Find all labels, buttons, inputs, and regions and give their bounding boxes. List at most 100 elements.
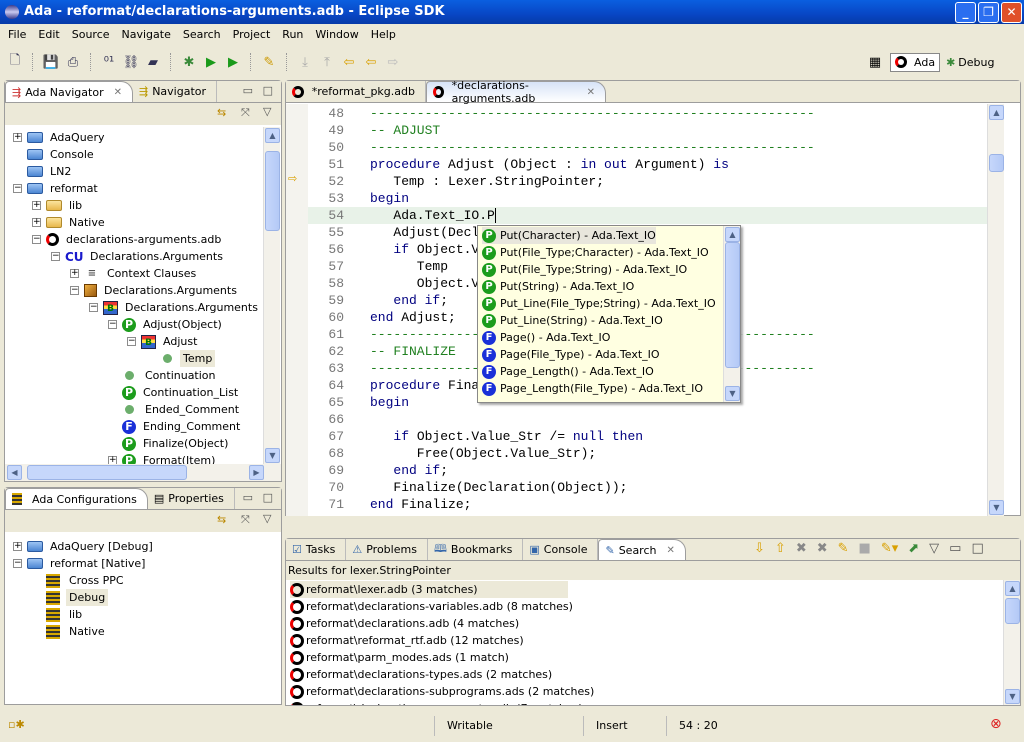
collapse-icon[interactable]: −	[127, 337, 136, 346]
menu-run[interactable]: Run	[276, 28, 309, 41]
assist-scrollbar[interactable]: ▲ ▼	[723, 226, 740, 402]
link-icon[interactable]: ⇆	[217, 513, 226, 526]
collapse-icon[interactable]: −	[51, 252, 60, 261]
pin-view-icon[interactable]: ⬈	[908, 541, 919, 556]
tree-item[interactable]: − B Declarations.Arguments	[89, 299, 261, 316]
maximize-view-icon[interactable]: □	[263, 84, 273, 97]
completion-proposal[interactable]: F Page_Length(File_Type) - Ada.Text_IO	[482, 380, 703, 397]
tree-item[interactable]: Console	[13, 146, 97, 163]
search-history-icon[interactable]: ✎	[838, 541, 849, 556]
collapse-all-icon[interactable]: ⤧	[241, 513, 250, 527]
search-icon[interactable]: ✎	[260, 53, 278, 71]
search-result-item[interactable]: reformat\declarations-subprograms.ads (2…	[290, 683, 594, 700]
completion-proposal[interactable]: P Put(File_Type;Character) - Ada.Text_IO	[482, 244, 709, 261]
maximize-view-icon[interactable]: □	[263, 491, 273, 504]
tree-item[interactable]: F Ending_Comment	[108, 418, 243, 435]
previous-match-icon[interactable]: ⇧	[775, 541, 786, 556]
previous-searches-icon[interactable]: ✎▾	[881, 541, 898, 556]
link-icon[interactable]: ⛓	[122, 53, 140, 71]
navigator-horizontal-scrollbar[interactable]: ◀ ▶	[5, 464, 281, 481]
tab-search[interactable]: ✎ Search ✕	[598, 539, 686, 560]
scroll-up-icon[interactable]: ▲	[989, 105, 1004, 120]
completion-proposal[interactable]: F Page() - Ada.Text_IO	[482, 329, 610, 346]
maximize-button[interactable]: ❐	[978, 2, 999, 23]
link-with-editor-icon[interactable]: ⇆	[217, 106, 226, 119]
expand-icon[interactable]: +	[13, 542, 22, 551]
tree-item[interactable]: − reformat [Native]	[13, 555, 148, 572]
search-result-item[interactable]: reformat\parm_modes.ads (1 match)	[290, 649, 509, 666]
scroll-thumb[interactable]	[989, 154, 1004, 172]
search-result-item[interactable]: reformat\declarations-types.ads (2 match…	[290, 666, 552, 683]
collapse-icon[interactable]: −	[32, 235, 41, 244]
menu-search[interactable]: Search	[177, 28, 227, 41]
scroll-thumb[interactable]	[265, 151, 280, 231]
scroll-thumb[interactable]	[27, 465, 187, 480]
tree-item[interactable]: + P Format(Item)	[108, 452, 218, 464]
scroll-thumb[interactable]	[1005, 598, 1020, 624]
tab-reformat-pkg[interactable]: *reformat_pkg.adb	[286, 81, 426, 102]
search-result-item[interactable]: reformat\declarations-variables.adb (8 m…	[290, 598, 573, 615]
fast-view-icon[interactable]: ▫✱	[8, 718, 25, 731]
tree-item[interactable]: lib	[32, 606, 85, 623]
tree-item[interactable]: − P Adjust(Object)	[108, 316, 225, 333]
remove-all-matches-icon[interactable]: ✖	[817, 541, 828, 556]
menu-project[interactable]: Project	[227, 28, 277, 41]
save-icon[interactable]: 💾	[42, 53, 60, 71]
minimize-button[interactable]: _	[955, 2, 976, 23]
back-icon[interactable]: ⇦	[362, 53, 380, 71]
tab-console[interactable]: ▣ Console	[523, 539, 599, 560]
tree-item[interactable]: Debug	[32, 589, 109, 606]
completion-proposal[interactable]: P Put(Character) - Ada.Text_IO	[482, 227, 656, 244]
navigator-vertical-scrollbar[interactable]: ▲ ▼	[263, 127, 280, 464]
debug-icon[interactable]: ✱	[180, 53, 198, 71]
prev-annotation-icon[interactable]: ⤒	[318, 53, 336, 71]
tree-item[interactable]: Native	[32, 623, 108, 640]
search-result-item[interactable]: reformat\lexer.adb (3 matches)	[290, 581, 568, 598]
tree-item[interactable]: P Finalize(Object)	[108, 435, 231, 452]
search-results-scrollbar[interactable]: ▲ ▼	[1003, 580, 1020, 705]
tab-problems[interactable]: ⚠ Problems	[346, 539, 428, 560]
collapse-icon[interactable]: −	[108, 320, 117, 329]
binary-icon[interactable]: ⁰¹	[100, 53, 118, 71]
tree-item[interactable]: − CU Declarations.Arguments	[51, 248, 226, 265]
menu-navigate[interactable]: Navigate	[116, 28, 177, 41]
expand-icon[interactable]: +	[32, 218, 41, 227]
close-tab-icon[interactable]: ✕	[587, 87, 595, 98]
tree-item[interactable]: − Declarations.Arguments	[70, 282, 240, 299]
tree-item[interactable]: + Native	[32, 214, 108, 231]
scroll-down-icon[interactable]: ▼	[725, 386, 740, 401]
tree-item[interactable]: + AdaQuery	[13, 129, 107, 146]
maximize-view-icon[interactable]: □	[971, 541, 983, 556]
last-edit-icon[interactable]: ⇦	[340, 53, 358, 71]
external-tools-icon[interactable]: ▶	[224, 53, 242, 71]
forward-icon[interactable]: ⇨	[384, 53, 402, 71]
scroll-thumb[interactable]	[725, 242, 740, 368]
menu-source[interactable]: Source	[66, 28, 116, 41]
tree-item[interactable]: Cross PPC	[32, 572, 127, 589]
tree-item[interactable]: − B Adjust	[127, 333, 200, 350]
menu-edit[interactable]: Edit	[32, 28, 65, 41]
tab-declarations-arguments[interactable]: *declarations-arguments.adb ✕	[426, 79, 606, 105]
completion-proposal[interactable]: P Put_Line(String) - Ada.Text_IO	[482, 312, 663, 329]
collapse-icon[interactable]: −	[13, 184, 22, 193]
tab-tasks[interactable]: ☑ Tasks	[286, 539, 347, 560]
search-result-item[interactable]: reformat\declarations-arguments.adb (7 m…	[290, 700, 583, 705]
minimize-view-icon[interactable]: ▭	[243, 491, 253, 504]
menu-help[interactable]: Help	[365, 28, 402, 41]
tree-item[interactable]: − reformat	[13, 180, 101, 197]
collapse-icon[interactable]: −	[89, 303, 98, 312]
run-icon[interactable]: ▶	[202, 53, 220, 71]
menu-window[interactable]: Window	[309, 28, 364, 41]
cancel-search-icon[interactable]: ■	[859, 541, 871, 556]
scroll-up-icon[interactable]: ▲	[265, 128, 280, 143]
tree-item[interactable]: LN2	[13, 163, 74, 180]
expand-icon[interactable]: +	[13, 133, 22, 142]
collapse-all-icon[interactable]: ⤧	[241, 106, 250, 120]
close-button[interactable]: ✕	[1001, 2, 1022, 23]
scroll-right-icon[interactable]: ▶	[249, 465, 264, 480]
tab-ada-configurations[interactable]: Ada Configurations	[5, 488, 148, 509]
tree-item[interactable]: − declarations-arguments.adb	[32, 231, 224, 248]
search-result-item[interactable]: reformat\declarations.adb (4 matches)	[290, 615, 519, 632]
scroll-up-icon[interactable]: ▲	[1005, 581, 1020, 596]
view-menu-icon[interactable]: ▽	[263, 105, 271, 118]
